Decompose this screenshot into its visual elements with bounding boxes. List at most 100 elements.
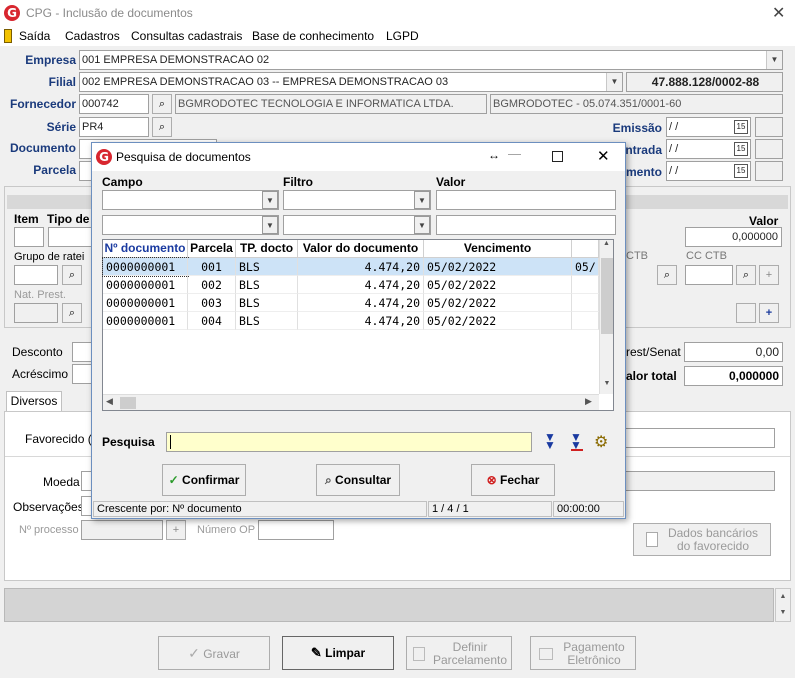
emissao-date-input[interactable]: / / 15 — [666, 117, 751, 137]
campo-select-2[interactable]: ▼ — [102, 215, 279, 235]
table-cell: 05/02/2022 — [424, 258, 572, 276]
item-input[interactable] — [14, 227, 44, 247]
minimize-icon[interactable]: — — [508, 146, 521, 161]
grupo-rateio-input[interactable] — [14, 265, 58, 285]
empresa-select[interactable]: 001 EMPRESA DEMONSTRACAO 02 ▼ — [79, 50, 783, 70]
move-down-icon[interactable]: ▼ ▼ — [544, 431, 556, 451]
gravar-button[interactable]: ✓ Gravar — [158, 636, 270, 670]
campo-select-1[interactable]: ▼ — [102, 190, 279, 210]
binoculars-icon[interactable]: ⌕ — [152, 94, 172, 114]
sest-senat-value[interactable]: 0,00 — [684, 342, 783, 362]
binoculars-icon[interactable]: ⌕ — [736, 265, 756, 285]
plus-icon[interactable]: + — [166, 520, 186, 540]
menu-base-conhecimento[interactable]: Base de conhecimento — [252, 29, 374, 43]
settings-gear-icon[interactable]: ⚙ — [594, 432, 608, 452]
chevron-down-icon[interactable]: ▼ — [766, 51, 782, 69]
col-tp-docto[interactable]: TP. docto — [236, 240, 298, 258]
move-last-icon[interactable]: ▼ ▼ — [570, 431, 582, 451]
cc-ctb-label: CC CTB — [686, 250, 727, 262]
message-scrollbar[interactable]: ▲ ▼ — [775, 588, 791, 622]
table-row[interactable]: 0000000001 003 BLS 4.474,20 05/02/2022 — [103, 294, 599, 312]
col-parcela[interactable]: Parcela — [188, 240, 236, 258]
table-row[interactable]: 0000000001 001 BLS 4.474,20 05/02/2022 05/ — [102, 257, 599, 277]
cc-ctb-input[interactable] — [685, 265, 733, 285]
limpar-button[interactable]: ✎ Limpar — [282, 636, 394, 670]
status-count: 1 / 4 / 1 — [428, 501, 552, 517]
definir-parcelamento-button[interactable]: Definir Parcelamento — [406, 636, 512, 670]
eraser-icon: ✎ — [310, 645, 322, 660]
serie-label: Série — [46, 120, 76, 134]
calendar-icon[interactable]: 15 — [734, 164, 748, 178]
table-row[interactable]: 0000000001 002 BLS 4.474,20 05/02/2022 — [103, 276, 599, 294]
menu-saida[interactable]: Saída — [19, 29, 50, 43]
dados-bancarios-button[interactable]: Dados bancários do favorecido — [633, 523, 771, 556]
filtro-select-2[interactable]: ▼ — [283, 215, 431, 235]
scroll-up-icon[interactable]: ▲ — [776, 589, 790, 605]
col-num-documento[interactable]: Nº documento — [103, 240, 188, 258]
chevron-down-icon[interactable]: ▼ — [262, 216, 278, 234]
binoculars-icon[interactable]: ⌕ — [62, 265, 82, 285]
chevron-down-icon[interactable]: ▼ — [414, 191, 430, 209]
scroll-down-icon[interactable]: ▼ — [776, 605, 790, 621]
table-cell: 4.474,20 — [298, 276, 424, 294]
filial-select[interactable]: 002 EMPRESA DEMONSTRACAO 03 -- EMPRESA D… — [79, 72, 623, 92]
col-valor-documento[interactable]: Valor do documento — [298, 240, 424, 258]
pagamento-eletronico-button[interactable]: Pagamento Eletrônico — [530, 636, 636, 670]
dialog-close-icon[interactable]: ✕ — [597, 147, 610, 165]
filial-cnpj: 47.888.128/0002-88 — [626, 72, 783, 92]
close-icon[interactable]: ✕ — [772, 3, 785, 23]
numero-op-input[interactable] — [258, 520, 334, 540]
binoculars-icon[interactable]: ⌕ — [657, 265, 677, 285]
vencimento-value: / / — [669, 165, 679, 177]
col-vencimento[interactable]: Vencimento — [424, 240, 572, 258]
menu-lgpd[interactable]: LGPD — [386, 29, 419, 43]
calendar-icon[interactable]: 15 — [734, 142, 748, 156]
valor-input[interactable]: 0,000000 — [685, 227, 782, 247]
plus-icon[interactable]: + — [759, 265, 779, 285]
chevron-down-icon[interactable]: ▼ — [262, 191, 278, 209]
acrescimo-input[interactable] — [72, 364, 92, 384]
grid-hscrollbar[interactable]: ◀ ▶ — [103, 394, 599, 410]
blank-button[interactable] — [736, 303, 756, 323]
grid-vscrollbar[interactable]: ▲ ▼ — [599, 240, 613, 394]
vscroll-thumb[interactable] — [601, 258, 613, 334]
desconto-input[interactable] — [72, 342, 92, 362]
numero-processo-input[interactable] — [81, 520, 163, 540]
add-item-plus-icon[interactable]: + — [759, 303, 779, 323]
binoculars-icon[interactable]: ⌕ — [152, 117, 172, 137]
pesquisa-input[interactable] — [166, 432, 532, 452]
resize-arrows-icon[interactable]: ↔ — [488, 148, 500, 162]
nat-prest-input[interactable] — [14, 303, 58, 323]
confirmar-button[interactable]: ✓ Confirmar — [162, 464, 246, 496]
serie-input[interactable]: PR4 — [79, 117, 149, 137]
col-extra[interactable] — [572, 240, 599, 258]
scroll-right-icon[interactable]: ▶ — [585, 396, 592, 407]
favorecido-input[interactable] — [625, 428, 775, 448]
table-cell: 05/ — [572, 258, 599, 276]
filtro-select-1[interactable]: ▼ — [283, 190, 431, 210]
binoculars-icon[interactable]: ⌕ — [62, 303, 82, 323]
maximize-icon[interactable] — [552, 151, 563, 162]
scroll-left-icon[interactable]: ◀ — [106, 396, 113, 407]
scroll-down-icon[interactable]: ▼ — [600, 380, 614, 387]
fechar-button[interactable]: ⊗ Fechar — [471, 464, 555, 496]
hscroll-thumb[interactable] — [120, 397, 136, 409]
table-cell: 0000000001 — [103, 312, 188, 330]
valor-input-2[interactable] — [436, 215, 616, 235]
table-row[interactable]: 0000000001 004 BLS 4.474,20 05/02/2022 — [103, 312, 599, 330]
chevron-down-icon[interactable]: ▼ — [414, 216, 430, 234]
menu-cadastros[interactable]: Cadastros — [65, 29, 120, 43]
scroll-up-icon[interactable]: ▲ — [600, 240, 613, 247]
tipo-input[interactable] — [48, 227, 92, 247]
magnifier-icon: ⌕ — [324, 473, 332, 487]
valor-input-1[interactable] — [436, 190, 616, 210]
fornecedor-code-input[interactable]: 000742 — [79, 94, 149, 114]
calendar-icon[interactable]: 15 — [734, 120, 748, 134]
tab-diversos[interactable]: Diversos — [6, 391, 62, 412]
chevron-down-icon[interactable]: ▼ — [606, 73, 622, 91]
menu-consultas-cadastrais[interactable]: Consultas cadastrais — [131, 29, 242, 43]
observacoes-label: Observações — [13, 500, 84, 514]
vencimento-date-input[interactable]: / / 15 — [666, 161, 751, 181]
entrada-date-input[interactable]: / / 15 — [666, 139, 751, 159]
consultar-button[interactable]: ⌕ Consultar — [316, 464, 400, 496]
